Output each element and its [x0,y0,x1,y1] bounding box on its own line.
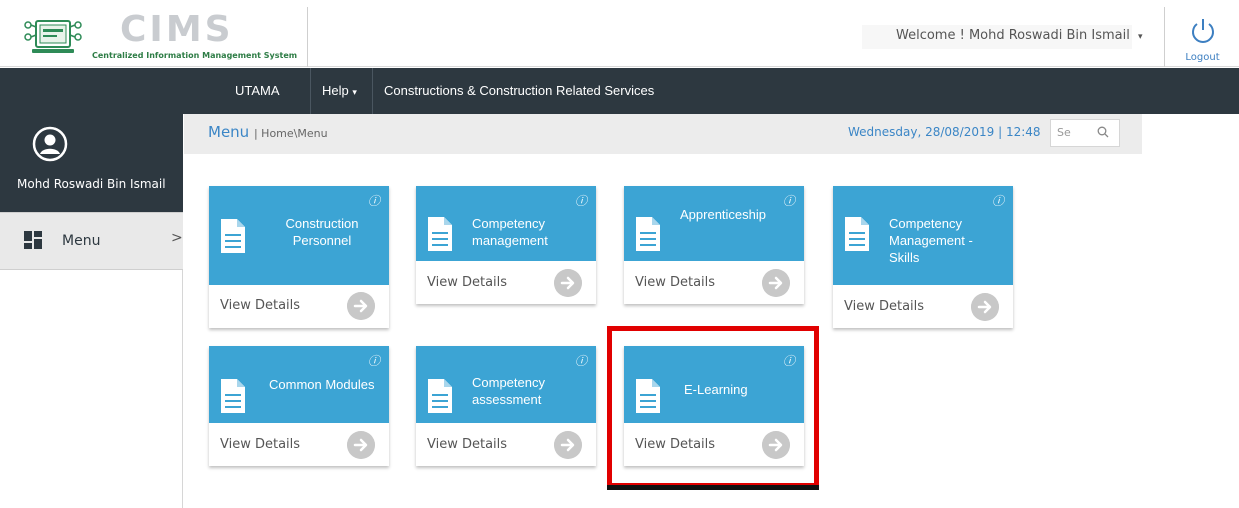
nav-item-help[interactable]: Help ▾ [322,68,357,114]
search-icon [1097,126,1109,138]
document-icon [845,217,869,251]
card-title: Competency assessment [472,375,545,407]
card-title: Competency Management - Skills [889,216,973,265]
card-title: Apprenticeship [680,207,766,222]
card-header: ⓘ Common Modules [209,346,389,423]
module-card-competency-management[interactable]: ⓘ Competency management View Details [416,186,596,304]
document-icon [636,217,660,251]
card-header: ⓘ Competency Management - Skills [833,186,1013,285]
user-profile: Mohd Roswadi Bin Ismail [0,114,183,212]
module-card-apprenticeship[interactable]: ⓘ Apprenticeship View Details [624,186,804,304]
module-card-construction-personnel[interactable]: ⓘ Construction Personnel View Details [209,186,389,328]
arrow-right-icon [762,269,790,297]
view-details-label: View Details [635,275,716,290]
module-card-competency-management-skills[interactable]: ⓘ Competency Management - Skills View De… [833,186,1013,328]
view-details-link[interactable]: View Details [833,286,1013,328]
breadcrumb-title: Menu [208,123,250,141]
search-input[interactable]: Se [1050,119,1120,147]
logout-button[interactable]: Logout [1164,7,1239,67]
caret-down-icon: ▾ [352,87,357,97]
sidebar-item-menu[interactable]: Menu > [0,212,183,270]
page-title: Menu | Home\Menu [208,123,328,141]
document-icon [221,379,245,413]
view-details-link[interactable]: View Details [209,424,389,466]
view-details-link[interactable]: View Details [624,262,804,304]
caret-down-icon: ▾ [1138,32,1143,42]
current-datetime: Wednesday, 28/08/2019 | 12:48 [848,125,1041,139]
nav-help-label: Help [322,83,349,98]
cims-logo-icon [24,20,82,53]
logout-label: Logout [1185,52,1220,63]
card-header: ⓘ Construction Personnel [209,186,389,285]
welcome-text: Welcome ! Mohd Roswadi Bin Ismail [896,28,1130,43]
main-navbar: UTAMA Help ▾ Constructions & Constructio… [0,68,1239,114]
card-title: Common Modules [269,377,375,392]
top-band [0,0,1239,7]
user-avatar-icon [32,126,68,162]
card-header: ⓘ Competency assessment [416,346,596,423]
view-details-label: View Details [220,298,301,313]
arrow-right-icon [347,292,375,320]
breadcrumb: Menu | Home\Menu Wednesday, 28/08/2019 |… [184,114,1142,154]
module-card-competency-assessment[interactable]: ⓘ Competency assessment View Details [416,346,596,466]
card-header: ⓘ Competency management [416,186,596,261]
arrow-right-icon [554,269,582,297]
document-icon [428,217,452,251]
logo-subtitle: Centralized Information Management Syste… [92,51,298,60]
nav-divider [310,68,311,114]
view-details-link[interactable]: View Details [209,285,389,327]
nav-item-constructions[interactable]: Constructions & Construction Related Ser… [384,68,654,114]
document-icon [221,219,245,253]
document-icon [428,379,452,413]
sidebar-item-label: Menu [62,233,101,249]
nav-item-utama[interactable]: UTAMA [235,68,280,114]
app-header: CIMS Centralized Information Management … [0,7,1239,67]
info-icon[interactable]: ⓘ [575,192,587,209]
profile-user-name: Mohd Roswadi Bin Ismail [17,177,166,191]
highlight-box [607,326,819,488]
card-header: ⓘ Apprenticeship [624,186,804,261]
module-card-common-modules[interactable]: ⓘ Common Modules View Details [209,346,389,466]
arrow-right-icon [347,431,375,459]
search-placeholder: Se [1057,126,1071,139]
info-icon[interactable]: ⓘ [368,192,380,209]
sidebar: Mohd Roswadi Bin Ismail Menu > [0,114,183,508]
dashboard-grid-icon [24,231,42,249]
info-icon[interactable]: ⓘ [575,352,587,369]
arrow-right-icon [971,293,999,321]
arrow-right-icon [554,431,582,459]
highlight-underline [607,485,819,490]
view-details-label: View Details [220,437,301,452]
view-details-label: View Details [427,437,508,452]
view-details-link[interactable]: View Details [416,262,596,304]
logo-wordmark: CIMS [120,9,234,50]
power-icon [1192,19,1214,43]
nav-divider [372,68,373,114]
chevron-right-icon: > [171,230,183,246]
view-details-link[interactable]: View Details [416,424,596,466]
breadcrumb-path: | Home\Menu [253,127,328,140]
view-details-label: View Details [427,275,508,290]
card-title: Competency management [472,216,548,248]
view-details-label: View Details [844,299,925,314]
app-logo[interactable]: CIMS Centralized Information Management … [0,7,308,67]
info-icon[interactable]: ⓘ [368,352,380,369]
card-title: Construction Personnel [285,216,359,248]
info-icon[interactable]: ⓘ [992,192,1004,209]
user-menu-dropdown[interactable]: Welcome ! Mohd Roswadi Bin Ismail ▾ [862,25,1143,49]
